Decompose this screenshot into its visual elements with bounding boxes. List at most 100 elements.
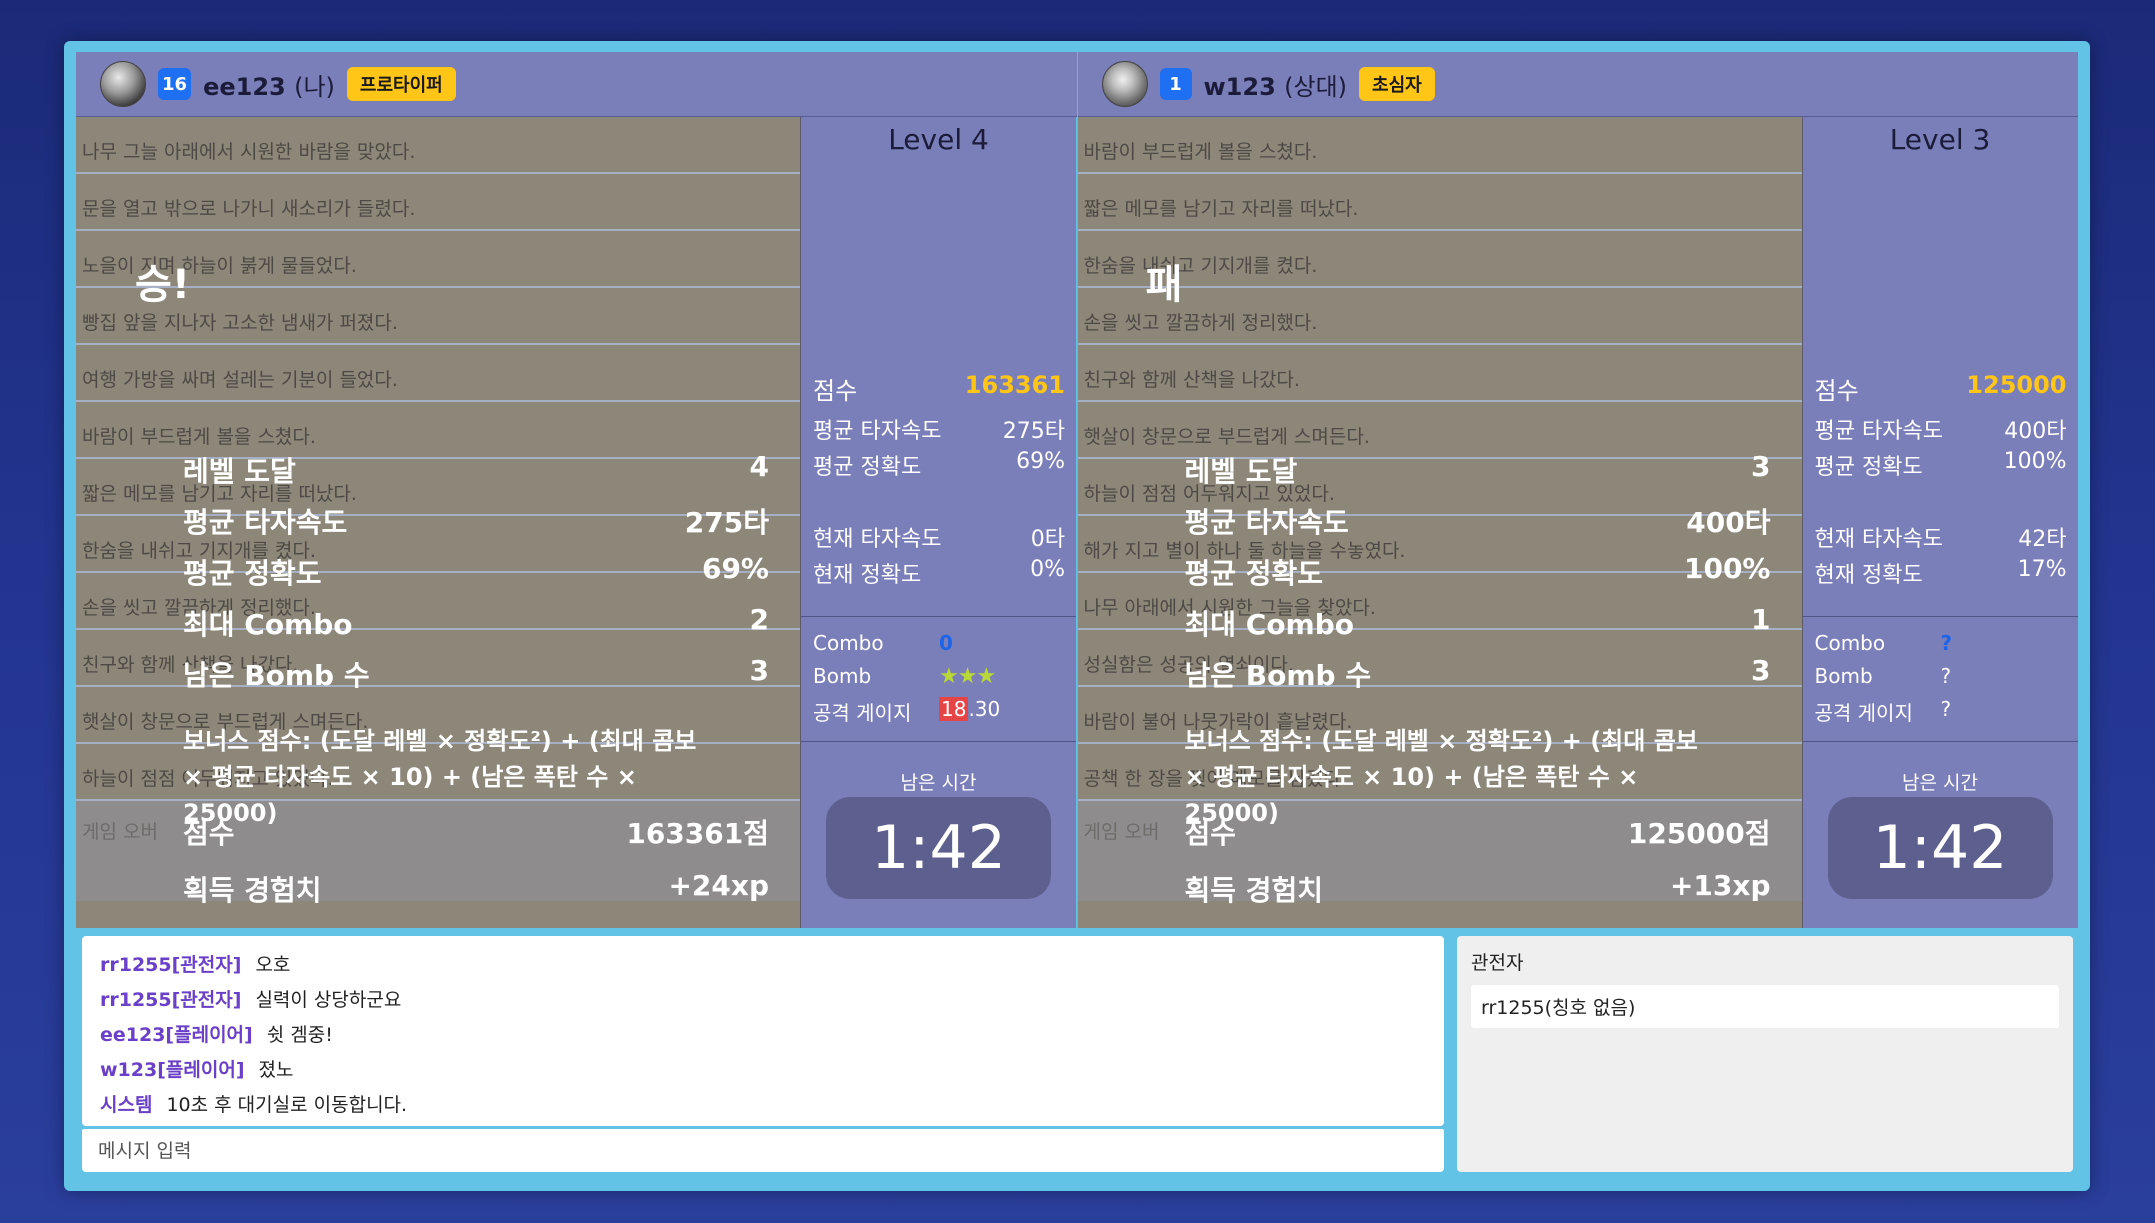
result-label: 평균 정확도 <box>1184 557 1324 590</box>
chat-text: 실력이 상당하군요 <box>255 989 402 1011</box>
time-remaining-label: 남은 시간 <box>1902 772 1978 794</box>
gauge-highlight: 18 <box>939 697 969 721</box>
rank-badge: 프로타이퍼 <box>346 67 456 101</box>
level-label: Level 3 <box>1889 123 1991 156</box>
player-role: (나) <box>294 72 335 101</box>
result-row-score: 점수 163361점 <box>183 812 769 852</box>
chat-message-input[interactable] <box>82 1126 1444 1172</box>
stat-label: 현재 정확도 <box>1814 563 1923 588</box>
level-badge: 16 <box>158 68 192 100</box>
bomb-stat: Bomb ★★★ <box>813 664 996 689</box>
result-value: 3 <box>1751 654 1771 687</box>
score-value: 163361 <box>964 371 1065 399</box>
result-value: 3 <box>1751 450 1771 483</box>
result-label: 획득 경험치 <box>1184 874 1324 907</box>
result-value: 275타 <box>684 506 769 539</box>
chat-message: rr1255[관전자] 오호 <box>100 946 1444 981</box>
time-remaining-label: 남은 시간 <box>900 772 977 794</box>
chat-message: 시스템 10초 후 대기실로 이동합니다. <box>100 1086 1444 1121</box>
player-name-text: w123 <box>1203 72 1276 101</box>
result-value: 125000점 <box>1627 817 1771 850</box>
result-label: 레벨 도달 <box>183 455 296 488</box>
result-label: 최대 Combo <box>1184 608 1355 641</box>
gauge-rest: .30 <box>968 697 1001 721</box>
combo-value: 0 <box>939 631 953 655</box>
gauge-value: 18.30 <box>939 697 1000 726</box>
stat-value: 400타 <box>2004 419 2067 444</box>
result-row-speed: 평균 타자속도 275타 <box>183 501 769 541</box>
combo-value: ? <box>1940 631 1953 655</box>
player-role: (상대) <box>1284 72 1348 101</box>
result-row-level: 레벨 도달 4 <box>183 450 769 490</box>
result-value: +24xp <box>668 869 769 902</box>
result-value: 100% <box>1683 552 1771 585</box>
result-value: 2 <box>749 603 769 636</box>
cur-speed-stat: 현재 타자속도 0타 <box>813 521 1065 553</box>
stat-value: 17% <box>2017 557 2067 582</box>
timer-display: 1:42 <box>826 797 1051 899</box>
timer-display: 1:42 <box>1827 797 2053 899</box>
result-value: +13xp <box>1669 869 1771 902</box>
avg-speed-stat: 평균 타자속도 400타 <box>1815 413 2067 445</box>
stat-value: 42타 <box>2018 527 2067 552</box>
chat-message: w123[플레이어] 졌노 <box>100 1051 1444 1086</box>
stat-value: 0% <box>1030 557 1065 582</box>
score-stat: 점수 163361 <box>813 371 1065 406</box>
player-name: ee123 (나) <box>203 67 335 102</box>
stat-label: 공격 게이지 <box>1814 701 1913 725</box>
stat-value: 275타 <box>1002 419 1065 444</box>
result-row-bomb: 남은 Bomb 수 3 <box>183 654 769 694</box>
combo-stat: Combo? <box>1815 631 1953 655</box>
stat-label: 평균 정확도 <box>813 455 922 480</box>
result-value: 1 <box>1751 603 1771 636</box>
chat-sender: w123[플레이어] <box>100 1059 245 1081</box>
result-label: 최대 Combo <box>183 608 353 641</box>
result-label: 평균 정확도 <box>183 557 322 590</box>
cur-accuracy-stat: 현재 정확도 0% <box>813 557 1065 589</box>
bomb-value: ? <box>1940 664 1952 688</box>
cur-accuracy-stat: 현재 정확도 17% <box>1815 557 2067 589</box>
result-label: 점수 <box>183 817 235 850</box>
result-label: 평균 타자속도 <box>183 506 348 539</box>
result-row-combo: 최대 Combo 1 <box>1185 603 1771 643</box>
player-panel-opponent: 1 w123 (상대) 초심자 바람이 부드럽게 볼을 스쳤다. 짧은 메모를 … <box>1076 52 2078 928</box>
chat-message: ee123[플레이어] 쉿 겜중! <box>100 1016 1444 1051</box>
result-title: 패 <box>1145 262 1183 308</box>
chat-log[interactable]: rr1255[관전자] 오호 rr1255[관전자] 실력이 상당하군요 ee123… <box>82 936 1444 1126</box>
status-panel: Level 3 점수 125000 평균 타자속도 400타 평균 정확도 100% … <box>1802 117 2078 928</box>
player-name: w123 (상대) <box>1204 67 1348 102</box>
stat-value: 100% <box>2003 449 2067 474</box>
result-value: 163361점 <box>626 817 769 850</box>
result-label: 남은 Bomb 수 <box>183 659 370 692</box>
result-value: 4 <box>749 450 769 483</box>
chat-text: 오호 <box>255 954 291 976</box>
attack-gauge-stat: 공격 게이지 18.30 <box>813 697 1000 726</box>
chat-text: 10초 후 대기실로 이동합니다. <box>166 1094 408 1116</box>
stat-label: 현재 타자속도 <box>1814 527 1943 552</box>
result-overlay: 패 레벨 도달 3 평균 타자속도 400타 평균 정확도 100% 최대 Combo… <box>1078 117 1802 928</box>
score-value: 125000 <box>1966 371 2067 399</box>
avg-accuracy-stat: 평균 정확도 100% <box>1815 449 2067 481</box>
result-value: 69% <box>701 552 769 585</box>
result-row-accuracy: 평균 정확도 100% <box>1185 552 1771 592</box>
player-panel-me: 16 ee123 (나) 프로타이퍼 나무 그늘 아래에서 시원한 바람을 맞았… <box>76 52 1077 928</box>
avg-speed-stat: 평균 타자속도 275타 <box>813 413 1065 445</box>
score-stat: 점수 125000 <box>1815 371 2067 406</box>
spectator-item[interactable]: rr1255(칭호 없음) <box>1471 985 2059 1028</box>
result-row-accuracy: 평균 정확도 69% <box>183 552 769 592</box>
chat-text: 졌노 <box>258 1059 294 1081</box>
rank-badge: 초심자 <box>1359 67 1435 101</box>
player-header: 1 w123 (상대) 초심자 <box>1077 52 2078 117</box>
stat-label: 현재 정확도 <box>813 563 922 588</box>
result-row-xp: 획득 경험치 +13xp <box>1185 869 1771 909</box>
stat-label: 평균 타자속도 <box>813 419 942 444</box>
spectator-panel: 관전자 rr1255(칭호 없음) <box>1457 936 2073 1172</box>
stat-label: Combo <box>813 631 884 655</box>
stat-label: Combo <box>1814 631 1886 655</box>
result-label: 획득 경험치 <box>183 874 322 907</box>
player-name-text: ee123 <box>203 72 286 101</box>
result-label: 레벨 도달 <box>1184 455 1298 488</box>
bomb-stat: Bomb? <box>1815 664 1952 688</box>
cur-speed-stat: 현재 타자속도 42타 <box>1815 521 2067 553</box>
result-row-bomb: 남은 Bomb 수 3 <box>1185 654 1771 694</box>
